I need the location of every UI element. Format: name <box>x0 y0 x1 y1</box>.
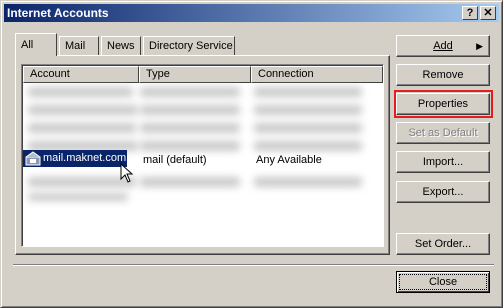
title-bar[interactable]: Internet Accounts ? ✕ <box>4 4 499 22</box>
blurred-row <box>140 123 240 133</box>
tab-news[interactable]: News <box>101 36 141 55</box>
blurred-row <box>28 105 138 115</box>
blurred-row <box>254 123 362 133</box>
blurred-row <box>254 105 362 115</box>
properties-button[interactable]: Properties <box>396 93 490 115</box>
blurred-row <box>140 141 240 151</box>
set-order-button[interactable]: Set Order... <box>396 233 490 255</box>
close-button[interactable]: Close <box>396 271 490 293</box>
blurred-row <box>140 177 240 187</box>
account-connection-cell: Any Available <box>256 154 322 166</box>
blurred-row <box>254 177 362 187</box>
account-type-cell: mail (default) <box>143 154 207 166</box>
blurred-row <box>140 87 240 97</box>
mouse-cursor-icon <box>120 162 134 186</box>
tab-mail[interactable]: Mail <box>59 36 99 55</box>
window-title: Internet Accounts <box>7 6 109 20</box>
help-button[interactable]: ? <box>462 6 478 20</box>
blurred-row <box>28 87 133 97</box>
column-header-connection[interactable]: Connection <box>251 66 383 83</box>
blurred-row <box>254 87 362 97</box>
blurred-row <box>28 193 128 201</box>
export-button[interactable]: Export... <box>396 181 490 203</box>
add-arrow-icon: ▶ <box>476 41 483 51</box>
blurred-row <box>140 105 240 115</box>
column-header-type[interactable]: Type <box>139 66 251 83</box>
set-as-default-button[interactable]: Set as Default <box>396 122 490 144</box>
add-button[interactable]: Add ▶ <box>396 35 490 57</box>
tab-all[interactable]: All <box>15 33 57 56</box>
mail-account-icon <box>25 151 41 172</box>
separator <box>13 264 494 266</box>
import-button[interactable]: Import... <box>396 151 490 173</box>
column-header-account[interactable]: Account <box>23 66 139 83</box>
selected-account-row[interactable]: mail.maknet.com <box>23 150 127 167</box>
blurred-row <box>28 123 136 133</box>
blurred-row <box>254 141 362 151</box>
internet-accounts-window: Internet Accounts ? ✕ All Mail News Dire… <box>0 0 503 308</box>
add-button-label: Add <box>433 40 453 52</box>
close-window-button[interactable]: ✕ <box>480 6 496 20</box>
remove-button[interactable]: Remove <box>396 64 490 86</box>
tab-directory-service[interactable]: Directory Service <box>143 36 235 55</box>
account-name-cell: mail.maknet.com <box>43 152 127 164</box>
